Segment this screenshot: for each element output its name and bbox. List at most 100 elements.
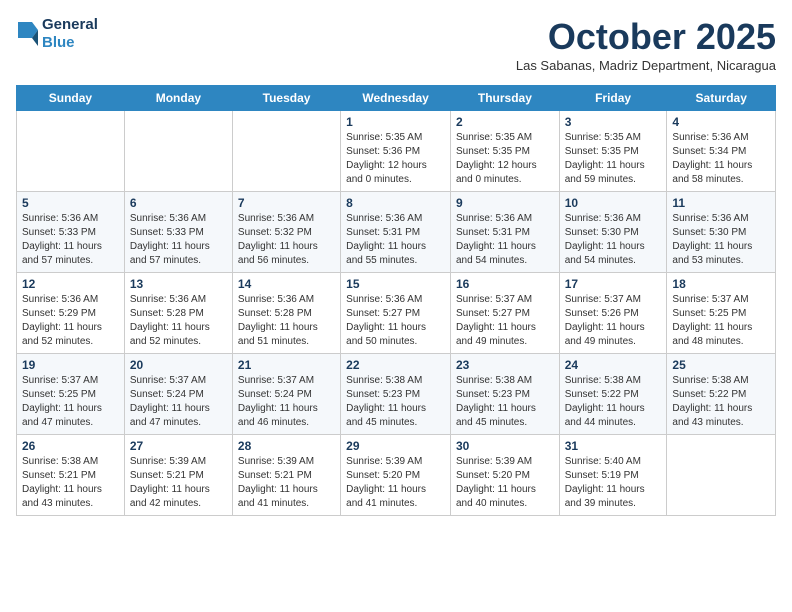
day-number: 20 (130, 358, 227, 372)
day-info: Sunrise: 5:37 AMSunset: 5:25 PMDaylight:… (672, 293, 770, 349)
day-info: Sunrise: 5:39 AMSunset: 5:20 PMDaylight:… (346, 455, 445, 511)
weekday-header: Tuesday (232, 86, 340, 111)
day-number: 16 (456, 277, 554, 291)
weekday-header: Saturday (667, 86, 776, 111)
day-info: Sunrise: 5:36 AMSunset: 5:31 PMDaylight:… (346, 212, 445, 268)
day-info: Sunrise: 5:37 AMSunset: 5:25 PMDaylight:… (22, 374, 119, 430)
calendar-cell: 20 Sunrise: 5:37 AMSunset: 5:24 PMDayligh… (124, 354, 232, 435)
day-number: 19 (22, 358, 119, 372)
calendar-cell (667, 435, 776, 516)
day-info: Sunrise: 5:35 AMSunset: 5:35 PMDaylight:… (456, 131, 554, 187)
day-info: Sunrise: 5:36 AMSunset: 5:34 PMDaylight:… (672, 131, 770, 187)
calendar-cell: 15 Sunrise: 5:36 AMSunset: 5:27 PMDayligh… (341, 273, 451, 354)
calendar-cell: 18 Sunrise: 5:37 AMSunset: 5:25 PMDayligh… (667, 273, 776, 354)
header: General Blue October 2025 Las Sabanas, M… (16, 16, 776, 81)
day-number: 17 (565, 277, 662, 291)
calendar-cell: 21 Sunrise: 5:37 AMSunset: 5:24 PMDayligh… (232, 354, 340, 435)
day-number: 13 (130, 277, 227, 291)
calendar-cell (17, 111, 125, 192)
title-area: October 2025 Las Sabanas, Madriz Departm… (516, 16, 776, 81)
calendar-cell: 30Sunrise: 5:39 AMSunset: 5:20 PMDayligh… (450, 435, 559, 516)
calendar-cell: 29Sunrise: 5:39 AMSunset: 5:20 PMDayligh… (341, 435, 451, 516)
calendar-cell: 24Sunrise: 5:38 AMSunset: 5:22 PMDayligh… (559, 354, 667, 435)
day-number: 4 (672, 115, 770, 129)
day-number: 18 (672, 277, 770, 291)
day-number: 14 (238, 277, 335, 291)
day-info: Sunrise: 5:38 AMSunset: 5:22 PMDaylight:… (565, 374, 662, 430)
day-info: Sunrise: 5:36 AMSunset: 5:33 PMDaylight:… (130, 212, 227, 268)
calendar-cell: 23 Sunrise: 5:38 AMSunset: 5:23 PMDayligh… (450, 354, 559, 435)
day-number: 27 (130, 439, 227, 453)
day-info: Sunrise: 5:36 AMSunset: 5:28 PMDaylight:… (130, 293, 227, 349)
day-info: Sunrise: 5:35 AMSunset: 5:35 PMDaylight:… (565, 131, 662, 187)
calendar-cell: 26Sunrise: 5:38 AMSunset: 5:21 PMDayligh… (17, 435, 125, 516)
calendar-week-row: 12Sunrise: 5:36 AMSunset: 5:29 PMDayligh… (17, 273, 776, 354)
day-info: Sunrise: 5:36 AMSunset: 5:29 PMDaylight:… (22, 293, 119, 349)
day-number: 23 (456, 358, 554, 372)
day-number: 5 (22, 196, 119, 210)
calendar-week-row: 5 Sunrise: 5:36 AMSunset: 5:33 PMDaylight… (17, 192, 776, 273)
weekday-header: Monday (124, 86, 232, 111)
day-info: Sunrise: 5:38 AMSunset: 5:23 PMDaylight:… (456, 374, 554, 430)
weekday-header: Sunday (17, 86, 125, 111)
day-info: Sunrise: 5:38 AMSunset: 5:21 PMDaylight:… (22, 455, 119, 511)
calendar-cell: 16 Sunrise: 5:37 AMSunset: 5:27 PMDayligh… (450, 273, 559, 354)
day-number: 8 (346, 196, 445, 210)
day-info: Sunrise: 5:37 AMSunset: 5:24 PMDaylight:… (238, 374, 335, 430)
calendar-cell: 10 Sunrise: 5:36 AMSunset: 5:30 PMDayligh… (559, 192, 667, 273)
logo-text: General Blue (42, 16, 98, 52)
day-info: Sunrise: 5:38 AMSunset: 5:23 PMDaylight:… (346, 374, 445, 430)
day-number: 11 (672, 196, 770, 210)
calendar-cell: 4 Sunrise: 5:36 AMSunset: 5:34 PMDaylight… (667, 111, 776, 192)
day-number: 3 (565, 115, 662, 129)
day-number: 15 (346, 277, 445, 291)
calendar-week-row: 26Sunrise: 5:38 AMSunset: 5:21 PMDayligh… (17, 435, 776, 516)
day-number: 21 (238, 358, 335, 372)
day-info: Sunrise: 5:39 AMSunset: 5:21 PMDaylight:… (238, 455, 335, 511)
calendar-cell: 31 Sunrise: 5:40 AMSunset: 5:19 PMDayligh… (559, 435, 667, 516)
calendar-cell: 12Sunrise: 5:36 AMSunset: 5:29 PMDayligh… (17, 273, 125, 354)
calendar-cell: 22 Sunrise: 5:38 AMSunset: 5:23 PMDayligh… (341, 354, 451, 435)
subtitle: Las Sabanas, Madriz Department, Nicaragu… (516, 58, 776, 73)
day-info: Sunrise: 5:37 AMSunset: 5:24 PMDaylight:… (130, 374, 227, 430)
logo-icon (18, 22, 38, 46)
month-title: October 2025 (516, 16, 776, 58)
day-info: Sunrise: 5:36 AMSunset: 5:30 PMDaylight:… (672, 212, 770, 268)
calendar-cell: 9 Sunrise: 5:36 AMSunset: 5:31 PMDaylight… (450, 192, 559, 273)
day-info: Sunrise: 5:37 AMSunset: 5:26 PMDaylight:… (565, 293, 662, 349)
day-number: 10 (565, 196, 662, 210)
calendar-cell (232, 111, 340, 192)
day-number: 31 (565, 439, 662, 453)
calendar-cell: 8 Sunrise: 5:36 AMSunset: 5:31 PMDaylight… (341, 192, 451, 273)
calendar-cell: 6 Sunrise: 5:36 AMSunset: 5:33 PMDaylight… (124, 192, 232, 273)
day-info: Sunrise: 5:36 AMSunset: 5:33 PMDaylight:… (22, 212, 119, 268)
calendar-table: SundayMondayTuesdayWednesdayThursdayFrid… (16, 85, 776, 516)
day-info: Sunrise: 5:35 AMSunset: 5:36 PMDaylight:… (346, 131, 445, 187)
day-info: Sunrise: 5:37 AMSunset: 5:27 PMDaylight:… (456, 293, 554, 349)
day-info: Sunrise: 5:36 AMSunset: 5:32 PMDaylight:… (238, 212, 335, 268)
day-info: Sunrise: 5:36 AMSunset: 5:31 PMDaylight:… (456, 212, 554, 268)
weekday-header-row: SundayMondayTuesdayWednesdayThursdayFrid… (17, 86, 776, 111)
day-number: 2 (456, 115, 554, 129)
calendar-week-row: 19 Sunrise: 5:37 AMSunset: 5:25 PMDayligh… (17, 354, 776, 435)
calendar-cell: 3 Sunrise: 5:35 AMSunset: 5:35 PMDaylight… (559, 111, 667, 192)
calendar-cell: 19 Sunrise: 5:37 AMSunset: 5:25 PMDayligh… (17, 354, 125, 435)
day-number: 9 (456, 196, 554, 210)
calendar-cell: 25Sunrise: 5:38 AMSunset: 5:22 PMDayligh… (667, 354, 776, 435)
calendar-cell: 11 Sunrise: 5:36 AMSunset: 5:30 PMDayligh… (667, 192, 776, 273)
weekday-header: Thursday (450, 86, 559, 111)
day-info: Sunrise: 5:36 AMSunset: 5:27 PMDaylight:… (346, 293, 445, 349)
calendar-cell: 7Sunrise: 5:36 AMSunset: 5:32 PMDaylight… (232, 192, 340, 273)
logo: General Blue (16, 16, 98, 52)
calendar-cell: 17 Sunrise: 5:37 AMSunset: 5:26 PMDayligh… (559, 273, 667, 354)
day-info: Sunrise: 5:40 AMSunset: 5:19 PMDaylight:… (565, 455, 662, 511)
calendar-cell: 27Sunrise: 5:39 AMSunset: 5:21 PMDayligh… (124, 435, 232, 516)
day-number: 28 (238, 439, 335, 453)
day-number: 25 (672, 358, 770, 372)
calendar-week-row: 1 Sunrise: 5:35 AMSunset: 5:36 PMDaylight… (17, 111, 776, 192)
day-number: 22 (346, 358, 445, 372)
page-container: General Blue October 2025 Las Sabanas, M… (16, 16, 776, 516)
day-number: 1 (346, 115, 445, 129)
day-number: 6 (130, 196, 227, 210)
day-info: Sunrise: 5:36 AMSunset: 5:30 PMDaylight:… (565, 212, 662, 268)
